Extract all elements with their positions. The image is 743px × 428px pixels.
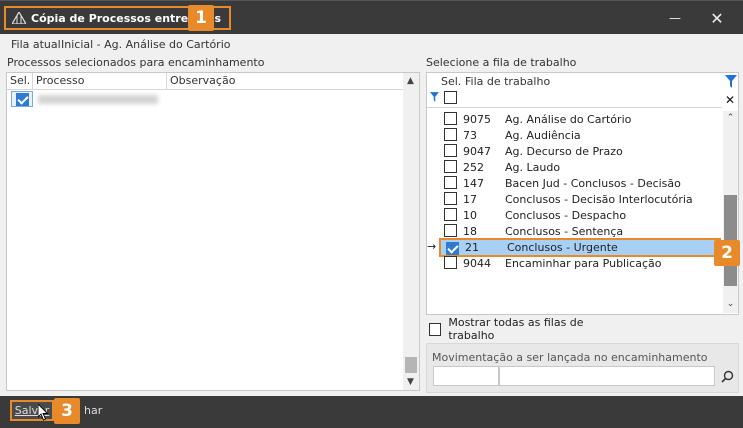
step-badge-1: 1: [188, 5, 214, 31]
queue-list: 9075 Ag. Análise do Cartório 73 Ag. Audiênc…: [427, 111, 723, 311]
queue-code: 73: [463, 128, 477, 142]
column-header-observacao[interactable]: Observação: [167, 73, 403, 89]
queue-row[interactable]: 18 Conclusos - Sentença: [443, 223, 721, 239]
queue-code: 9047: [463, 144, 491, 158]
queue-row[interactable]: 252 Ag. Laudo: [443, 159, 721, 175]
clear-filter-icon[interactable]: ✕: [725, 93, 735, 107]
process-number-redacted: [38, 95, 158, 104]
close-button[interactable]: ✕: [704, 7, 730, 29]
queue-name: Conclusos - Decisão Interlocutória: [505, 192, 693, 206]
column-header-fila[interactable]: Fila de trabalho: [465, 75, 550, 88]
minimize-button[interactable]: —: [662, 7, 688, 29]
step-badge-3: 3: [54, 398, 80, 424]
current-queue-label: Fila atual: [11, 38, 61, 51]
step-badge-2: 2: [714, 240, 740, 266]
queue-checkbox[interactable]: [444, 208, 457, 221]
queue-checkbox[interactable]: [444, 128, 457, 141]
movement-description-input[interactable]: [499, 366, 715, 386]
scroll-down-arrow-icon[interactable]: ▼: [403, 375, 418, 389]
row-check-cell: [11, 91, 33, 107]
queue-code: 147: [463, 176, 484, 190]
footer-bar: Salvar 3 har: [0, 396, 743, 428]
cancel-button-label[interactable]: har: [84, 404, 102, 417]
queue-name: Ag. Laudo: [505, 160, 561, 174]
show-all-label: Mostrar todas as filas de trabalho: [448, 316, 584, 342]
search-icon[interactable]: [721, 370, 734, 383]
queue-name: Conclusos - Sentença: [505, 224, 624, 238]
queue-code: 10: [463, 208, 477, 222]
left-scrollbar[interactable]: ▲ ▼: [403, 73, 419, 390]
column-header-sel[interactable]: Sel.: [441, 75, 461, 88]
table-row[interactable]: [8, 91, 402, 108]
right-scrollbar[interactable]: ⌃ ⌄: [723, 111, 738, 313]
column-filter-icon[interactable]: [430, 92, 439, 102]
dialog-content: Fila atual Inicial - Ag. Análise do Cart…: [0, 34, 743, 396]
queues-grid[interactable]: Sel. Fila de trabalho ✕ 9075 Ag. Análise …: [426, 72, 739, 315]
queue-code: 252: [463, 160, 484, 174]
queue-name: Encaminhar para Publicação: [505, 256, 662, 270]
select-all-checkbox[interactable]: [444, 91, 457, 104]
queue-name: Conclusos - Despacho: [505, 208, 627, 222]
header-divider: [7, 89, 403, 90]
queue-row[interactable]: 9075 Ag. Análise do Cartório: [443, 111, 721, 127]
queue-row[interactable]: 147 Bacen Jud - Conclusos - Decisão: [443, 175, 721, 191]
current-row-arrow-icon: →: [427, 240, 437, 253]
queue-checkbox[interactable]: [444, 144, 457, 157]
queue-code: 9075: [463, 112, 491, 126]
filter-icon[interactable]: [725, 75, 737, 88]
left-panel-label: Processos selecionados para encaminhamen…: [7, 56, 265, 69]
column-header-sel[interactable]: Sel.: [7, 73, 33, 89]
queue-checkbox[interactable]: [444, 192, 457, 205]
queue-row[interactable]: 9044 Encaminhar para Publicação: [443, 255, 721, 271]
queue-checkbox[interactable]: [444, 112, 457, 125]
app-logo-icon: [12, 12, 26, 24]
right-panel-label: Selecione a fila de trabalho: [426, 56, 577, 69]
movement-section: Movimentação a ser lançada no encaminham…: [426, 343, 739, 393]
queue-name: Ag. Análise do Cartório: [505, 112, 632, 126]
scroll-up-arrow-icon[interactable]: ▲: [403, 74, 418, 88]
row-checkbox[interactable]: [16, 93, 29, 106]
queue-name: Ag. Audiência: [505, 128, 581, 142]
show-all-queues-option[interactable]: Mostrar todas as filas de trabalho: [426, 316, 622, 342]
queue-row[interactable]: 9047 Ag. Decurso de Prazo: [443, 143, 721, 159]
queue-code: 17: [463, 192, 477, 206]
scroll-thumb[interactable]: [405, 357, 417, 373]
queue-checkbox[interactable]: [444, 160, 457, 173]
processes-grid[interactable]: Sel. Processo Observação ▲ ▼: [6, 72, 420, 391]
queue-name: Bacen Jud - Conclusos - Decisão: [505, 176, 681, 190]
queue-code: 21: [465, 241, 479, 254]
show-all-checkbox[interactable]: [429, 322, 442, 336]
queue-name: Ag. Decurso de Prazo: [505, 144, 623, 158]
title-bar: Cópia de Processos entre Filas 1 — ✕: [0, 0, 743, 34]
current-queue-value: Inicial - Ag. Análise do Cartório: [61, 38, 231, 51]
scroll-down-arrow-icon[interactable]: ⌄: [723, 297, 738, 311]
queue-code: 9044: [463, 256, 491, 270]
queue-checkbox[interactable]: [444, 224, 457, 237]
queue-checkbox[interactable]: [444, 256, 457, 269]
movement-label: Movimentação a ser lançada no encaminham…: [432, 351, 708, 364]
queue-row[interactable]: 17 Conclusos - Decisão Interlocutória: [443, 191, 721, 207]
queue-code: 18: [463, 224, 477, 238]
queue-row[interactable]: 10 Conclusos - Despacho: [443, 207, 721, 223]
queue-row[interactable]: 73 Ag. Audiência: [443, 127, 721, 143]
filter-row-divider: [427, 107, 722, 108]
mouse-cursor-icon: [38, 404, 49, 421]
column-header-processo[interactable]: Processo: [33, 73, 167, 89]
queue-name: Conclusos - Urgente: [507, 241, 618, 254]
queue-checkbox[interactable]: [446, 242, 459, 255]
scroll-up-arrow-icon[interactable]: ⌃: [723, 111, 738, 125]
queue-checkbox[interactable]: [444, 176, 457, 189]
movement-code-input[interactable]: [433, 366, 499, 386]
